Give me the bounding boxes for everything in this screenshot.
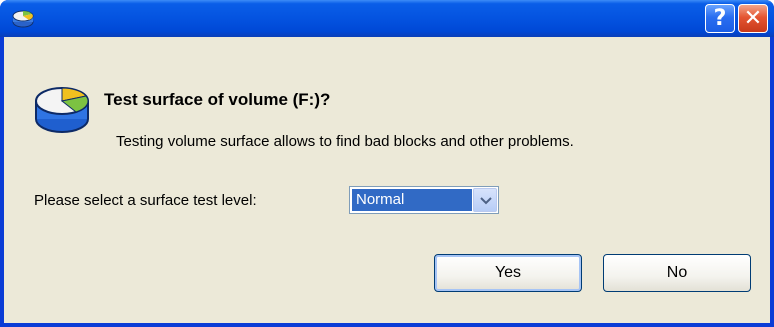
no-button[interactable]: No (603, 254, 751, 292)
close-button[interactable]: ✕ (738, 4, 768, 33)
dialog-heading: Test surface of volume (F:)? (104, 90, 331, 109)
dialog-body: Test surface of volume (F:)? Testing vol… (4, 37, 770, 323)
disk-app-icon[interactable] (10, 5, 36, 31)
test-level-value: Normal (352, 189, 472, 211)
title-bar[interactable]: ? ✕ (0, 0, 774, 37)
disk-test-icon (32, 79, 92, 137)
help-icon: ? (713, 6, 727, 31)
help-button[interactable]: ? (705, 4, 735, 33)
dialog-description: Testing volume surface allows to find ba… (116, 133, 574, 150)
dialog-window: ? ✕ Test surface of volume (F:)? Testing… (0, 0, 774, 327)
close-icon: ✕ (743, 6, 763, 31)
yes-button[interactable]: Yes (434, 254, 582, 292)
test-level-select[interactable]: Normal (349, 186, 499, 214)
test-level-label: Please select a surface test level: (34, 192, 257, 209)
dropdown-button[interactable] (473, 188, 497, 212)
chevron-down-icon (480, 197, 492, 205)
